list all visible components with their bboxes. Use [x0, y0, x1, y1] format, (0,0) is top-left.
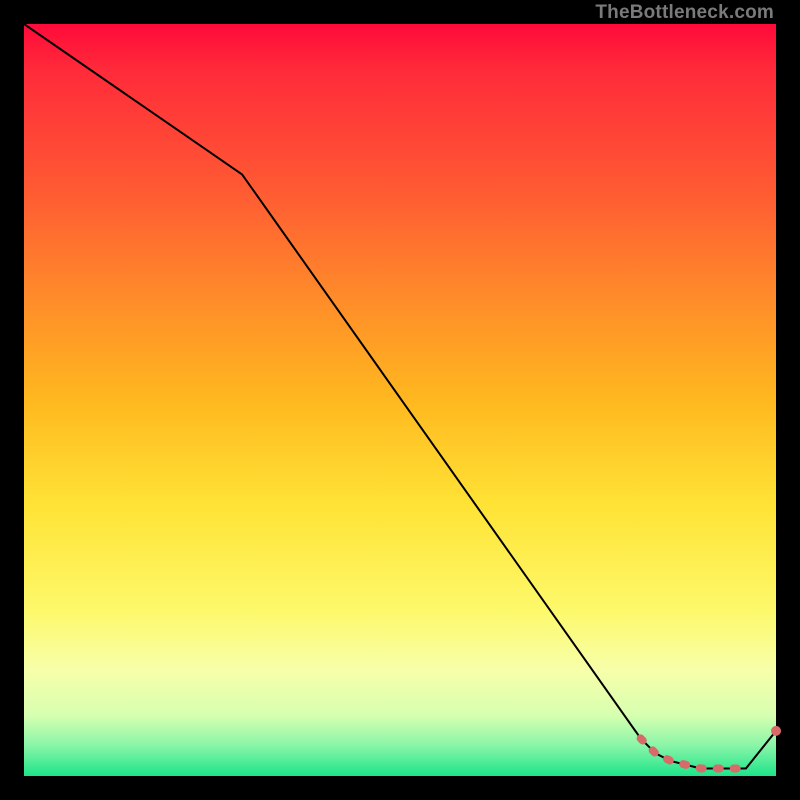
watermark-text: TheBottleneck.com	[595, 2, 774, 24]
chart-svg	[24, 24, 776, 776]
plot-area	[24, 24, 776, 776]
chart-frame: TheBottleneck.com	[0, 0, 800, 800]
curve-line	[24, 24, 776, 768]
end-dot	[771, 726, 781, 736]
highlight-segment	[641, 738, 746, 768]
